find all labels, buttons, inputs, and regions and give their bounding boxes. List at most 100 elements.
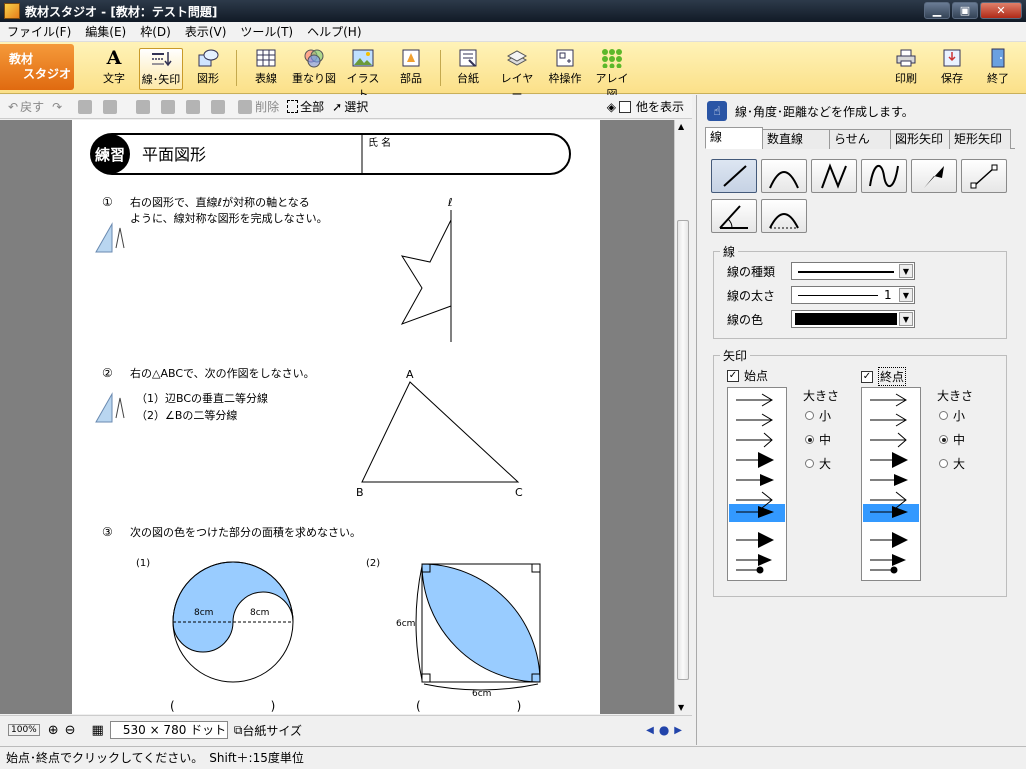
q2-vertex-a: A (406, 368, 414, 381)
tool-parts-button[interactable]: 部品 (394, 48, 428, 90)
undo-button[interactable]: ↶ 戻す (8, 98, 44, 115)
scroll-down-arrow[interactable]: ▼ (678, 703, 684, 712)
start-toggle[interactable]: ✓ 始点 (727, 367, 768, 384)
line-type-select[interactable]: ▼ (791, 262, 915, 280)
menu-edit[interactable]: 編集(E) (78, 23, 133, 40)
angle-button[interactable] (711, 199, 757, 233)
end-size-small[interactable]: 小 (939, 407, 965, 424)
brand-line2: スタジオ (23, 67, 72, 81)
tab-line[interactable]: 線 (705, 127, 763, 149)
straight-line-button[interactable] (711, 159, 757, 193)
tool-paper-button[interactable]: 台紙 (452, 48, 484, 90)
distance-button[interactable] (961, 159, 1007, 193)
backward-icon (211, 99, 226, 114)
curve-button[interactable] (861, 159, 907, 193)
tool-line-arrow-button[interactable]: 線･矢印 (139, 48, 183, 90)
worksheet-canvas[interactable]: 練習 平面図形 氏 名 ① 右の図形で、直線ℓが対称の軸となる ように、線対称な… (72, 120, 600, 714)
document-area[interactable]: 練習 平面図形 氏 名 ① 右の図形で、直線ℓが対称の軸となる ように、線対称な… (0, 120, 674, 714)
compass-icon (115, 227, 125, 249)
end-size-large[interactable]: 大 (939, 455, 965, 472)
line-width-select[interactable]: 1 ▼ (791, 286, 915, 304)
start-size-small[interactable]: 小 (805, 407, 831, 424)
q3-line1: 次の図の色をつけた部分の面積を求めなさい。 (130, 525, 361, 539)
tool-frame-button[interactable]: 枠操作 (545, 48, 585, 90)
line-type-label: 線の種類 (727, 265, 776, 279)
tool-array-button[interactable]: アレイ図 (592, 48, 632, 101)
select-label: 選択 (344, 100, 369, 114)
hand-icon: ☝ (707, 101, 727, 121)
tool-frame-label: 枠操作 (548, 72, 582, 85)
arc-button[interactable] (761, 159, 807, 193)
tool-layer-button[interactable]: レイヤー (496, 48, 538, 101)
menu-frame[interactable]: 枠(D) (133, 23, 178, 40)
tool-table-button[interactable]: 表線 (248, 48, 284, 90)
page-nav-dot-icon[interactable]: ● (659, 723, 669, 737)
end-size-medium[interactable]: 中 (939, 431, 965, 448)
tool-text-button[interactable]: A 文字 (96, 48, 132, 90)
start-checkbox[interactable]: ✓ (727, 369, 739, 382)
q2-vertex-c: C (515, 486, 523, 499)
start-size-medium-label: 中 (819, 433, 832, 447)
end-checkbox[interactable]: ✓ (861, 370, 873, 383)
page-nav-prev-icon[interactable]: ◀ (646, 725, 654, 736)
trash-icon (238, 99, 253, 114)
back-button[interactable] (161, 99, 178, 114)
ungroup-button[interactable] (103, 99, 120, 114)
start-arrow-list[interactable] (727, 387, 787, 581)
zoom-out-icon[interactable]: ⊖ (65, 723, 76, 738)
property-panel: ☝ 線･角度･距離などを作成します。 線 数直線 らせん 図形矢印 矩形矢印 線… (696, 95, 1022, 745)
exit-label: 終了 (987, 72, 1009, 85)
print-button[interactable]: 印刷 (890, 48, 922, 90)
show-others-checkbox[interactable] (618, 100, 631, 113)
exit-button[interactable]: 終了 (982, 48, 1014, 90)
tab-shape-arrow[interactable]: 図形矢印 (890, 129, 950, 149)
grid-icon[interactable]: ▦ (92, 723, 104, 738)
tab-number-line[interactable]: 数直線 (762, 129, 830, 149)
group-button[interactable] (78, 99, 95, 114)
tool-shape-button[interactable]: 図形 (190, 48, 226, 90)
protractor-button[interactable] (761, 199, 807, 233)
front-button[interactable] (136, 99, 153, 114)
end-size-label: 大きさ (937, 389, 974, 403)
start-size-medium[interactable]: 中 (805, 431, 831, 448)
tool-shape-label: 図形 (197, 72, 219, 85)
tool-venn-button[interactable]: 重なり図 (292, 48, 336, 90)
undo-label: 戻す (20, 100, 45, 114)
tool-illust-button[interactable]: イラスト (342, 48, 384, 101)
line-color-select[interactable]: ▼ (791, 310, 915, 328)
menu-file[interactable]: ファイル(F) (0, 23, 78, 40)
select-all-button[interactable]: 全部 (287, 98, 324, 115)
menu-help[interactable]: ヘルプ(H) (300, 23, 368, 40)
end-size-medium-label: 中 (953, 433, 966, 447)
end-toggle[interactable]: ✓ 終点 (861, 367, 907, 386)
backward-button[interactable] (211, 99, 228, 114)
redo-button[interactable]: ↷ (52, 100, 62, 114)
save-button[interactable]: 保存 (936, 48, 968, 90)
paper-size-button[interactable]: 台紙サイズ (242, 722, 302, 739)
show-others-toggle[interactable]: ◈ 他を表示 (607, 98, 684, 115)
start-size-large[interactable]: 大 (805, 455, 831, 472)
zoom-100-icon[interactable]: 100% (8, 724, 40, 736)
zoom-in-icon[interactable]: ⊕ (48, 723, 59, 738)
maximize-button[interactable]: ▣ (952, 2, 978, 19)
scroll-thumb[interactable] (677, 220, 689, 680)
forward-button[interactable] (186, 99, 203, 114)
document-scrollbar[interactable]: ▲ ▼ (674, 120, 691, 714)
panel-tabs: 線 数直線 らせん 図形矢印 矩形矢印 (705, 127, 1015, 149)
menu-view[interactable]: 表示(V) (178, 23, 234, 40)
worksheet-page[interactable]: 練習 平面図形 氏 名 ① 右の図形で、直線ℓが対称の軸となる ように、線対称な… (72, 120, 600, 714)
menu-tools[interactable]: ツール(T) (233, 23, 300, 40)
tab-spiral[interactable]: らせん (829, 129, 891, 149)
zoom-bar: 100% ⊕ ⊖ ▦ 530 × 780 ドット ⧉ 台紙サイズ ◀ ● ▶ (0, 715, 692, 744)
close-button[interactable]: ✕ (980, 2, 1022, 19)
end-arrow-list[interactable] (861, 387, 921, 581)
arrow-button[interactable] (911, 159, 957, 193)
delete-button[interactable]: 削除 (238, 98, 279, 115)
page-size-field[interactable]: 530 × 780 ドット (109, 721, 228, 739)
tab-rect-arrow[interactable]: 矩形矢印 (949, 129, 1011, 149)
page-nav-next-icon[interactable]: ▶ (674, 725, 682, 736)
scroll-up-arrow[interactable]: ▲ (678, 122, 684, 131)
select-button[interactable]: ➚ 選択 (332, 98, 368, 115)
polyline-button[interactable] (811, 159, 857, 193)
minimize-button[interactable]: ▁ (924, 2, 950, 19)
